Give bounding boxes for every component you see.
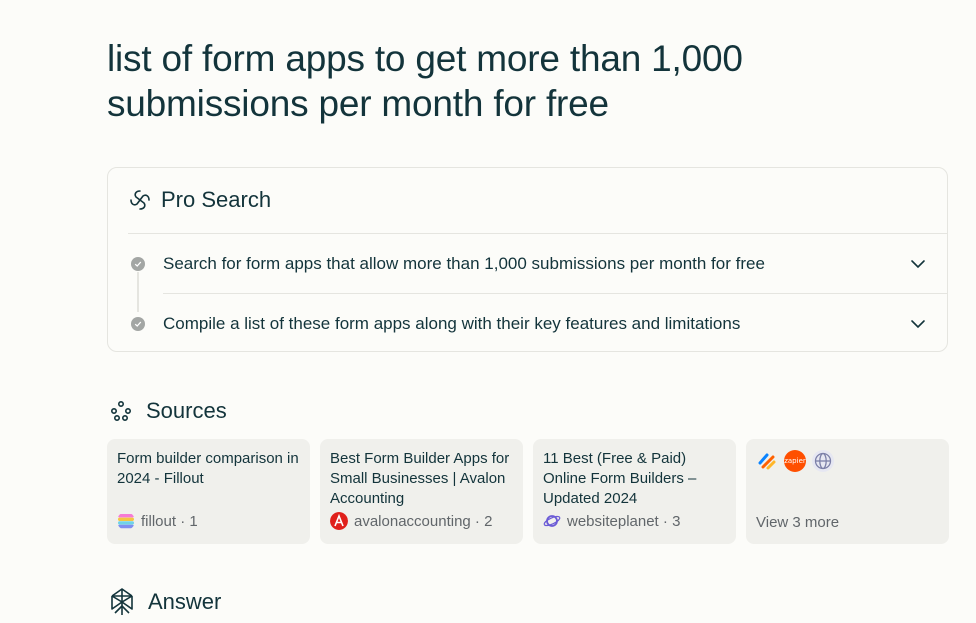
step-item-search[interactable]: Search for form apps that allow more tha… — [128, 234, 927, 294]
separator: · — [658, 512, 673, 530]
globe-icon — [812, 450, 834, 472]
source-title: Form builder comparison in 2024 - Fillou… — [117, 450, 299, 487]
source-card[interactable]: Best Form Builder Apps for Small Busines… — [320, 439, 523, 544]
step-item-compile[interactable]: Compile a list of these form apps along … — [128, 294, 927, 354]
view-more-label: View 3 more — [756, 514, 840, 531]
answer-title: Answer — [148, 589, 222, 614]
zapier-text: zapier — [784, 457, 806, 465]
source-card[interactable]: Form builder comparison in 2024 - Fillou… — [107, 439, 310, 544]
source-index: 2 — [484, 512, 493, 530]
check-icon — [131, 317, 145, 331]
chevron-down-icon[interactable] — [909, 255, 927, 273]
pro-search-header: Pro Search — [128, 186, 271, 214]
source-card[interactable]: 11 Best (Free & Paid) Online Form Builde… — [533, 439, 736, 544]
query-title: list of form apps to get more than 1,000… — [107, 38, 743, 124]
source-site: avalonaccounting — [354, 512, 471, 530]
separator: · — [176, 512, 190, 530]
avalon-icon — [330, 512, 348, 530]
fillout-icon — [118, 514, 134, 529]
sources-icon — [110, 400, 131, 421]
step-label: Search for form apps that allow more tha… — [163, 254, 765, 273]
source-title: Best Form Builder Apps for Small Busines… — [330, 450, 510, 507]
more-source-icons: zapier — [756, 450, 939, 472]
sources-title: Sources — [146, 398, 227, 423]
answer-heading: Answer — [109, 587, 221, 617]
page: list of form apps to get more than 1,000… — [0, 0, 976, 623]
source-meta: websiteplanet · 3 — [543, 512, 680, 530]
source-title: 11 Best (Free & Paid) Online Form Builde… — [543, 450, 697, 507]
chevron-down-icon[interactable] — [909, 315, 927, 333]
pro-search-title: Pro Search — [161, 187, 272, 212]
websiteplanet-icon — [543, 515, 561, 527]
check-icon — [131, 257, 145, 271]
pro-search-icon — [130, 190, 150, 210]
source-meta: avalonaccounting · 2 — [330, 512, 492, 530]
jotform-icon — [756, 450, 778, 472]
separator: · — [470, 512, 485, 530]
source-meta: fillout · 1 — [117, 512, 198, 530]
source-site: websiteplanet — [567, 512, 659, 530]
zapier-icon: zapier — [784, 450, 806, 472]
source-site: fillout — [141, 512, 177, 530]
answer-icon — [111, 588, 133, 615]
source-index: 1 — [189, 512, 198, 530]
pro-search-card: Pro Search Search for form apps that all… — [107, 167, 948, 352]
source-index: 3 — [672, 512, 681, 530]
step-label: Compile a list of these form apps along … — [163, 314, 741, 333]
sources-heading: Sources — [109, 398, 227, 424]
view-more-card[interactable]: zapier View 3 more — [746, 439, 949, 544]
